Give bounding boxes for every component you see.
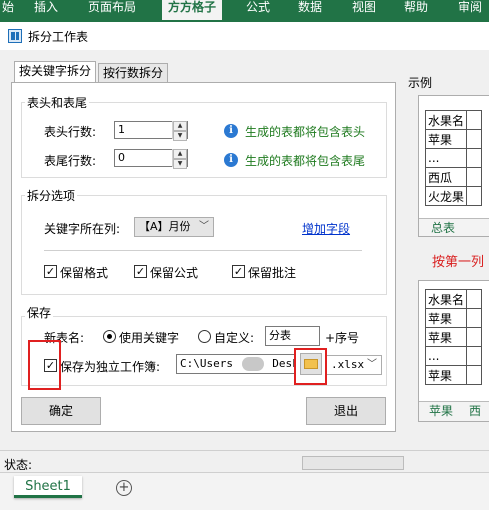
key-column-label: 关键字所在列:: [44, 222, 121, 236]
ribbon-tab-review[interactable]: 审阅: [458, 0, 482, 18]
table-cell: ...: [424, 148, 468, 168]
keep-formula-label: 保留公式: [150, 266, 199, 280]
keep-comment-label: 保留批注: [248, 266, 297, 280]
exit-button[interactable]: 退出: [306, 397, 386, 425]
footer-rows-spinner[interactable]: 0 ▲ ▼: [114, 149, 188, 169]
save-path-tail: Deskt: [272, 357, 295, 370]
ribbon-tab-insert[interactable]: 插入: [34, 0, 58, 18]
footer-rows-value: 0: [118, 151, 125, 164]
app-icon: [8, 29, 22, 43]
keep-format-checkbox[interactable]: ✓: [44, 265, 57, 278]
split-by-first-column-label: 按第一列: [432, 255, 485, 270]
dialog-title: 拆分工作表: [28, 30, 89, 44]
status-label: 状态:: [4, 458, 33, 472]
header-hint: 生成的表都将包含表头: [245, 125, 366, 139]
file-extension-select[interactable]: .xlsx ﹀: [326, 355, 382, 375]
highlight-box-folder: [294, 348, 327, 385]
header-rows-spin-buttons[interactable]: ▲ ▼: [172, 121, 187, 141]
preview-label: 示例: [408, 76, 433, 90]
header-footer-group-title: 表头和表尾: [25, 94, 90, 111]
highlight-box-checkbox: [28, 340, 61, 390]
status-bar: 状态:: [0, 450, 489, 473]
ribbon-tab-home[interactable]: 始: [2, 0, 14, 18]
save-group-title: 保存: [25, 304, 54, 321]
preview-sheet-tab: 西: [469, 404, 482, 418]
table-cell: 苹果: [424, 308, 468, 328]
table-cell: 火龙果: [424, 186, 468, 206]
table-cell: ...: [424, 346, 468, 366]
divider: [44, 250, 362, 251]
custom-name-radio[interactable]: [198, 330, 211, 343]
add-field-link[interactable]: 增加字段: [302, 220, 350, 237]
ribbon-tab-formula[interactable]: 公式: [246, 0, 270, 18]
save-path-input[interactable]: C:\Users Deskt: [176, 354, 296, 374]
add-sheet-icon[interactable]: +: [116, 480, 132, 496]
preview-bottom-sheettabs: 苹果 西: [419, 401, 489, 421]
footer-hint: 生成的表都将包含表尾: [245, 154, 366, 168]
preview-top-sheettabs: 总表: [419, 218, 489, 236]
file-extension-value: .xlsx: [331, 358, 365, 371]
ribbon-tab-page-layout[interactable]: 页面布局: [88, 0, 136, 18]
redacted-blur: [241, 357, 264, 371]
sheet-tab-sheet1[interactable]: Sheet1: [14, 476, 82, 498]
table-header-cell: 水果名: [424, 289, 468, 309]
seq-suffix-label: +序号: [325, 331, 360, 345]
excel-ribbon-tabs: 始 插入 页面布局 方方格子 公式 数据 视图 帮助 审阅: [0, 0, 489, 22]
chevron-down-icon: ﹀: [367, 359, 377, 370]
keep-formula-checkbox[interactable]: ✓: [134, 265, 147, 278]
header-rows-value: 1: [118, 123, 125, 136]
custom-name-input[interactable]: 分表: [265, 326, 320, 346]
preview-bottom-table: 水果名 苹果 苹果 ... 苹果: [424, 289, 483, 385]
footer-rows-spin-buttons[interactable]: ▲ ▼: [172, 149, 187, 169]
table-cell: 苹果: [424, 365, 468, 385]
table-cell: 苹果: [424, 129, 468, 149]
header-rows-spinner[interactable]: 1 ▲ ▼: [114, 121, 188, 141]
table-cell: 西瓜: [424, 167, 468, 187]
keep-comment-checkbox[interactable]: ✓: [232, 265, 245, 278]
table-header-cell: 水果名: [424, 110, 468, 130]
preview-bottom-sheet: 水果名 苹果 苹果 ... 苹果 苹果 西: [418, 280, 489, 422]
use-keyword-radio[interactable]: [103, 330, 116, 343]
save-group: [21, 316, 387, 386]
use-keyword-label: 使用关键字: [119, 331, 180, 345]
save-path-value: C:\Users: [180, 357, 233, 370]
key-column-select[interactable]: 【A】月份 ﹀: [134, 217, 214, 237]
tab-split-by-keyword[interactable]: 按关键字拆分: [14, 61, 97, 83]
save-separate-label: 保存为独立工作簿:: [60, 360, 161, 374]
preview-sheet-tab: 总表: [431, 221, 456, 235]
ok-button[interactable]: 确定: [21, 397, 101, 425]
progress-bar: [302, 456, 404, 470]
ribbon-tab-fangfang[interactable]: 方方格子: [162, 0, 223, 20]
custom-name-label: 自定义:: [214, 331, 255, 345]
tab-split-by-rows[interactable]: 按行数拆分: [98, 63, 169, 83]
info-icon: i: [224, 124, 238, 138]
footer-rows-label: 表尾行数:: [44, 154, 97, 168]
preview-top-table: 水果名 苹果 ... 西瓜 火龙果: [424, 110, 483, 206]
table-cell: 苹果: [424, 327, 468, 347]
header-rows-label: 表头行数:: [44, 125, 97, 139]
chevron-down-icon: ﹀: [199, 221, 209, 232]
info-icon: i: [224, 153, 238, 167]
ribbon-tab-help[interactable]: 帮助: [404, 0, 428, 18]
preview-sheet-tab: 苹果: [429, 404, 454, 418]
ribbon-tab-data[interactable]: 数据: [298, 0, 322, 18]
ribbon-tab-view[interactable]: 视图: [352, 0, 376, 18]
preview-top-sheet: 水果名 苹果 ... 西瓜 火龙果 总表: [418, 95, 489, 237]
split-options-group-title: 拆分选项: [25, 187, 78, 204]
keep-format-label: 保留格式: [60, 266, 109, 280]
key-column-value: 【A】月份: [139, 220, 191, 233]
